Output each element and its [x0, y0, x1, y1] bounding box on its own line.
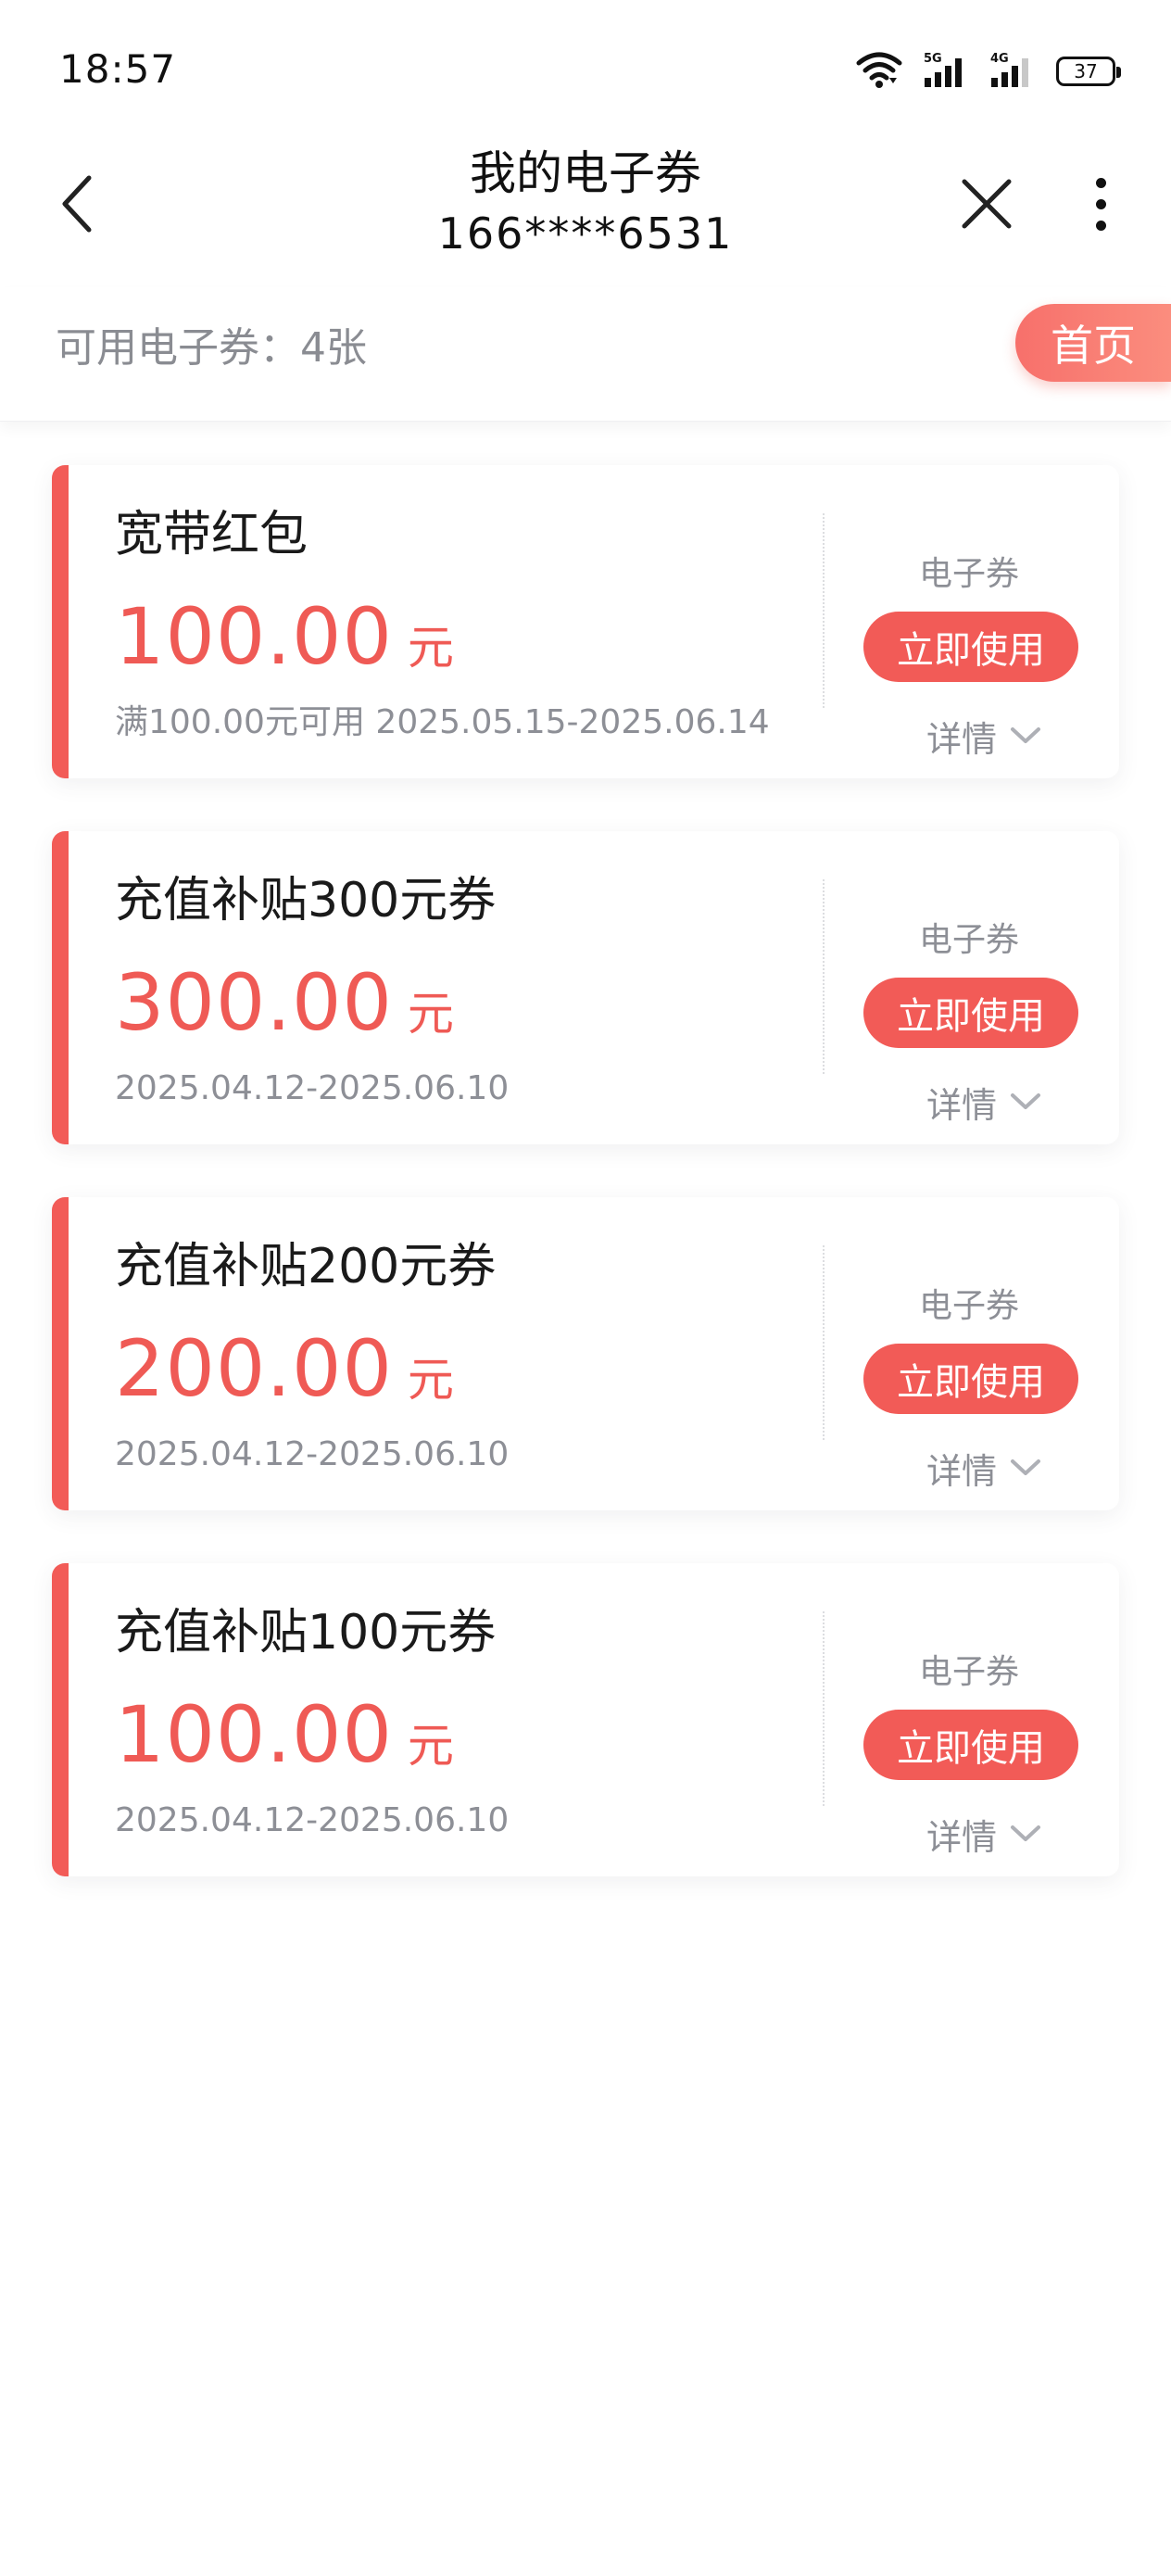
coupon-unit: 元 — [407, 1719, 454, 1773]
more-vertical-icon-dot — [1095, 198, 1106, 209]
phone-number: 166****6531 — [437, 208, 734, 259]
status-time: 18:57 — [59, 46, 177, 92]
coupon-card: 充值补贴100元券 100.00 元 2025.04.12-2025.06.10… — [52, 1563, 1119, 1876]
coupon-unit: 元 — [407, 987, 454, 1041]
coupon-amount-line: 100.00 元 — [115, 1693, 454, 1776]
coupon-name: 充值补贴300元券 — [115, 873, 497, 928]
coupon-name: 充值补贴200元券 — [115, 1239, 497, 1294]
back-button[interactable] — [44, 167, 109, 241]
coupon-amount: 200.00 — [115, 1323, 393, 1414]
coupon-amount-line: 300.00 元 — [115, 961, 454, 1044]
details-label: 详情 — [926, 1084, 998, 1126]
coupon-validity: 2025.04.12-2025.06.10 — [115, 1435, 510, 1473]
coupon-unit: 元 — [407, 1353, 454, 1407]
page-title: 我的电子券 — [470, 146, 701, 200]
chevron-down-icon — [1011, 1459, 1041, 1475]
coupon-amount: 100.00 — [115, 591, 393, 682]
coupon-type: 电子券 — [918, 921, 1019, 959]
coupon-name: 宽带红包 — [115, 507, 308, 562]
coupon-list: 宽带红包 100.00 元 满100.00元可用 2025.05.15-2025… — [52, 465, 1119, 1929]
coupon-type: 电子券 — [918, 555, 1019, 593]
chevron-down-icon — [1011, 727, 1041, 743]
dotted-divider — [823, 879, 825, 1074]
coupon-validity: 2025.04.12-2025.06.10 — [115, 1801, 510, 1839]
coupon-unit: 元 — [407, 621, 454, 675]
nav-bar: 我的电子券 166****6531 — [0, 139, 1171, 287]
details-toggle[interactable]: 详情 — [926, 1080, 1041, 1126]
coupon-card: 充值补贴300元券 300.00 元 2025.04.12-2025.06.10… — [52, 831, 1119, 1144]
svg-text:5G: 5G — [924, 52, 942, 66]
coupon-card: 宽带红包 100.00 元 满100.00元可用 2025.05.15-2025… — [52, 465, 1119, 778]
details-toggle[interactable]: 详情 — [926, 1812, 1041, 1858]
coupon-amount: 300.00 — [115, 957, 393, 1048]
coupon-card: 充值补贴200元券 200.00 元 2025.04.12-2025.06.10… — [52, 1197, 1119, 1510]
wifi-icon — [856, 50, 902, 93]
nav-title-group: 我的电子券 166****6531 — [308, 139, 863, 261]
svg-text:4G: 4G — [990, 52, 1009, 66]
coupon-amount-line: 100.00 元 — [115, 595, 454, 678]
more-button[interactable] — [1073, 167, 1128, 241]
dotted-divider — [823, 1611, 825, 1806]
close-button[interactable] — [954, 167, 1019, 241]
coupon-type: 电子券 — [918, 1653, 1019, 1691]
coupon-validity: 满100.00元可用 2025.05.15-2025.06.14 — [115, 703, 770, 741]
coupon-validity: 2025.04.12-2025.06.10 — [115, 1069, 510, 1107]
use-now-button[interactable]: 立即使用 — [863, 1710, 1078, 1780]
details-toggle[interactable]: 详情 — [926, 713, 1041, 760]
dotted-divider — [823, 1245, 825, 1440]
battery-icon: 37 — [1056, 57, 1121, 86]
status-icons: 5G 4G 37 — [856, 48, 1121, 95]
coupon-amount: 100.00 — [115, 1689, 393, 1780]
summary-row: 可用电子券：4张 首页 — [0, 287, 1171, 422]
use-now-button[interactable]: 立即使用 — [863, 612, 1078, 682]
dotted-divider — [823, 513, 825, 708]
close-icon — [962, 179, 1012, 229]
coupon-amount-line: 200.00 元 — [115, 1327, 454, 1410]
battery-level: 37 — [1074, 60, 1098, 82]
signal-4g-icon: 4G — [989, 50, 1036, 93]
use-now-button[interactable]: 立即使用 — [863, 1344, 1078, 1414]
use-now-button[interactable]: 立即使用 — [863, 978, 1078, 1048]
details-label: 详情 — [926, 1816, 998, 1858]
chevron-left-icon — [62, 175, 92, 233]
more-vertical-icon-dot — [1095, 220, 1106, 231]
coupon-type: 电子券 — [918, 1287, 1019, 1325]
chevron-down-icon — [1011, 1093, 1041, 1109]
details-label: 详情 — [926, 718, 998, 760]
details-label: 详情 — [926, 1450, 998, 1492]
status-bar: 18:57 5G 4G 37 — [0, 0, 1171, 139]
details-toggle[interactable]: 详情 — [926, 1446, 1041, 1492]
available-count: 可用电子券：4张 — [56, 324, 367, 372]
coupon-name: 充值补贴100元券 — [115, 1605, 497, 1661]
signal-5g-icon: 5G — [923, 50, 969, 93]
page: 18:57 5G 4G 37 我的电子券 166****6531 可用电子券：4… — [0, 0, 1171, 2576]
home-button[interactable]: 首页 — [1015, 304, 1171, 382]
chevron-down-icon — [1011, 1825, 1041, 1841]
more-vertical-icon-dot — [1095, 177, 1106, 188]
